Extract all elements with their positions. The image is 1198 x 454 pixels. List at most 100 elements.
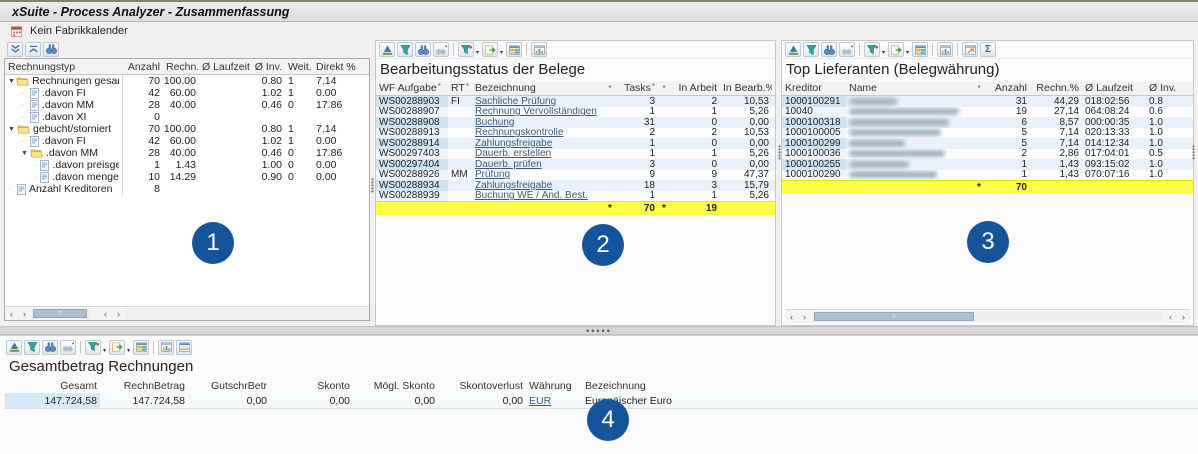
- export-menu-icon[interactable]: [888, 42, 905, 57]
- dropdown-arrow-icon[interactable]: ▾: [500, 49, 503, 56]
- column-header[interactable]: Gesamt: [5, 380, 100, 392]
- cell-link[interactable]: Rechnung Vervollständigen: [472, 107, 604, 118]
- column-header[interactable]: Bezeichnung: [472, 82, 604, 94]
- table-row[interactable]: WS00288934 Zahlungsfreigabe 18 3 15,79: [376, 180, 775, 191]
- table-row[interactable]: 10040 19 27,14 064:08:24 0.6: [782, 106, 1193, 117]
- sort-asc-icon[interactable]: [785, 42, 801, 57]
- filter-menu-icon[interactable]: [85, 339, 101, 355]
- funnel-icon[interactable]: [803, 42, 819, 57]
- find-next-icon[interactable]: [433, 42, 449, 57]
- cell-link[interactable]: Dauerb. prüfen: [472, 159, 604, 170]
- tree-row[interactable]: · .davon FI 42 60.00 1.02 1 0.00: [5, 135, 369, 147]
- column-header[interactable]: Skonto: [270, 380, 353, 392]
- column-header[interactable]: RT*: [448, 82, 472, 94]
- scroll-left-icon[interactable]: ‹: [99, 308, 112, 320]
- tree-node[interactable]: · .davon MM: [5, 99, 123, 111]
- tree-row[interactable]: ▼ Rechnungen gesamt 70100.00 0.80 1 7.14: [5, 75, 369, 87]
- funnel-icon[interactable]: [397, 42, 413, 57]
- dropdown-arrow-icon[interactable]: ▾: [906, 49, 909, 56]
- column-header[interactable]: RechnBetrag: [100, 380, 188, 392]
- table-row[interactable]: WS00288913 Rechnungskontrolle 2 2 10,53: [376, 127, 775, 139]
- dropdown-arrow-icon[interactable]: ▾: [127, 347, 130, 354]
- column-header[interactable]: WF Aufgabe*: [376, 82, 448, 94]
- column-header[interactable]: Bezeichnung: [582, 380, 1142, 392]
- find-next-icon[interactable]: [839, 42, 855, 57]
- tree-row[interactable]: ▼ gebucht/storniert 70 100.00 0.80 1 7.14: [5, 123, 369, 135]
- column-header[interactable]: Anzahl: [123, 61, 163, 73]
- tree-row[interactable]: · Anzahl Kreditoren 8: [5, 183, 369, 195]
- scroll-track[interactable]: =: [812, 311, 1163, 322]
- tree-row[interactable]: · .davon XI 0: [5, 111, 369, 123]
- cell-link[interactable]: EUR: [526, 393, 582, 408]
- expand-collapse-icon[interactable]: ▼: [8, 78, 16, 85]
- dropdown-arrow-icon[interactable]: ▾: [882, 49, 885, 56]
- cell-link[interactable]: Buchung: [472, 117, 604, 128]
- tree-node[interactable]: · .davon XI: [5, 111, 123, 123]
- filter-menu-icon[interactable]: [458, 42, 474, 57]
- sum-indicator[interactable]: *: [604, 84, 616, 93]
- tree-node[interactable]: ▼ Rechnungen gesamt: [5, 75, 123, 87]
- cell-link[interactable]: Prüfung: [472, 170, 604, 181]
- funnel-icon[interactable]: [24, 339, 40, 355]
- cell-link[interactable]: Sachliche Prüfung: [472, 96, 604, 107]
- panel-splitter-handle[interactable]: • • • • •: [1192, 143, 1195, 163]
- column-header[interactable]: Name: [846, 82, 972, 94]
- column-header[interactable]: Rechn...: [163, 61, 199, 73]
- tree-node[interactable]: ▼ gebucht/storniert: [5, 123, 123, 135]
- column-header[interactable]: Rechn.%: [1030, 82, 1082, 94]
- scroll-right-icon[interactable]: ›: [798, 311, 811, 323]
- column-header[interactable]: Ø Laufzeit: [199, 61, 251, 73]
- sum-indicator[interactable]: *: [658, 84, 670, 93]
- grid-icon[interactable]: [506, 42, 523, 57]
- table-row[interactable]: WS00288926 MM Prüfung 9 9 47,37: [376, 169, 775, 181]
- column-header[interactable]: Rechnungstyp: [5, 61, 123, 73]
- find-icon[interactable]: [415, 42, 431, 57]
- table-row[interactable]: 1000100005 5 7,14 020:13:33 1.0: [782, 127, 1193, 138]
- scroll-thumb[interactable]: =: [33, 309, 87, 318]
- chart-icon[interactable]: [158, 339, 175, 355]
- find-next-icon[interactable]: [60, 339, 76, 355]
- sum-indicator[interactable]: *: [972, 84, 986, 93]
- column-header[interactable]: Weit.: [285, 61, 313, 73]
- table-row[interactable]: WS00288903 FI Sachliche Prüfung 3 2 10,53: [376, 96, 775, 107]
- column-header[interactable]: Skontoverlust: [438, 380, 526, 392]
- dropdown-arrow-icon[interactable]: ▾: [103, 347, 106, 354]
- table-row[interactable]: 1000100291 31 44,29 018:02:56 0.8: [782, 96, 1193, 107]
- export-menu-icon[interactable]: [482, 42, 499, 57]
- tree-row[interactable]: · .davon MM 28 40.00 0.46 0 17.86: [5, 99, 369, 111]
- column-header[interactable]: GutschrBetr: [188, 380, 270, 392]
- tree-row[interactable]: · .davon FI 42 60.00 1.02 1 0.00: [5, 87, 369, 99]
- tree-node[interactable]: ▼ .davon MM: [5, 147, 123, 159]
- table-row[interactable]: 1000100255 1 1,43 093:15:02 1.0: [782, 159, 1193, 170]
- table-row[interactable]: WS00288914 Zahlungsfreigabe 1 0 0,00: [376, 138, 775, 149]
- tree-node[interactable]: · Anzahl Kreditoren: [5, 183, 123, 195]
- scroll-left-icon[interactable]: ‹: [5, 308, 18, 320]
- column-header[interactable]: Anzahl: [986, 82, 1030, 94]
- dropdown-arrow-icon[interactable]: ▾: [476, 49, 479, 56]
- cell-link[interactable]: Rechnungskontrolle: [472, 128, 604, 139]
- tree-node[interactable]: · .davon FI: [5, 87, 123, 99]
- column-header[interactable]: In Arbeit: [670, 82, 720, 94]
- sum-icon[interactable]: Σ: [980, 42, 997, 57]
- chart-icon[interactable]: [937, 42, 954, 57]
- expand-collapse-icon[interactable]: ▼: [8, 126, 17, 133]
- column-header[interactable]: Ø Inv.: [1146, 82, 1186, 94]
- expand-all-icon[interactable]: [7, 41, 23, 57]
- tree-row[interactable]: ·.davon preisgesperr 1 1.43 1.00 0 0.00: [5, 159, 369, 171]
- chart-icon[interactable]: [531, 42, 548, 57]
- table-row[interactable]: 1000100299 5 7,14 014:12:34 1.0: [782, 138, 1193, 149]
- scroll-track[interactable]: [126, 308, 368, 319]
- tree-row[interactable]: ·.davon mengengesp 10 14.29 0.90 0 0.00: [5, 171, 369, 183]
- find-icon[interactable]: [43, 41, 59, 57]
- column-header[interactable]: Währung: [526, 380, 582, 392]
- tree-row[interactable]: ▼ .davon MM 28 40.00 0.46 0 17.86: [5, 147, 369, 159]
- scroll-right-icon[interactable]: ›: [1177, 311, 1190, 323]
- tree-node[interactable]: · .davon FI: [5, 135, 123, 147]
- column-header[interactable]: Kreditor: [782, 82, 846, 94]
- tree-node[interactable]: ·.davon preisgesperr: [5, 159, 123, 171]
- cell-link[interactable]: Dauerb. erstellen: [472, 149, 604, 160]
- column-header[interactable]: Mögl. Skonto: [353, 380, 438, 392]
- scroll-left-icon[interactable]: ‹: [785, 311, 798, 323]
- scroll-track[interactable]: =: [32, 308, 90, 319]
- column-header[interactable]: Ø Inv.: [251, 61, 285, 73]
